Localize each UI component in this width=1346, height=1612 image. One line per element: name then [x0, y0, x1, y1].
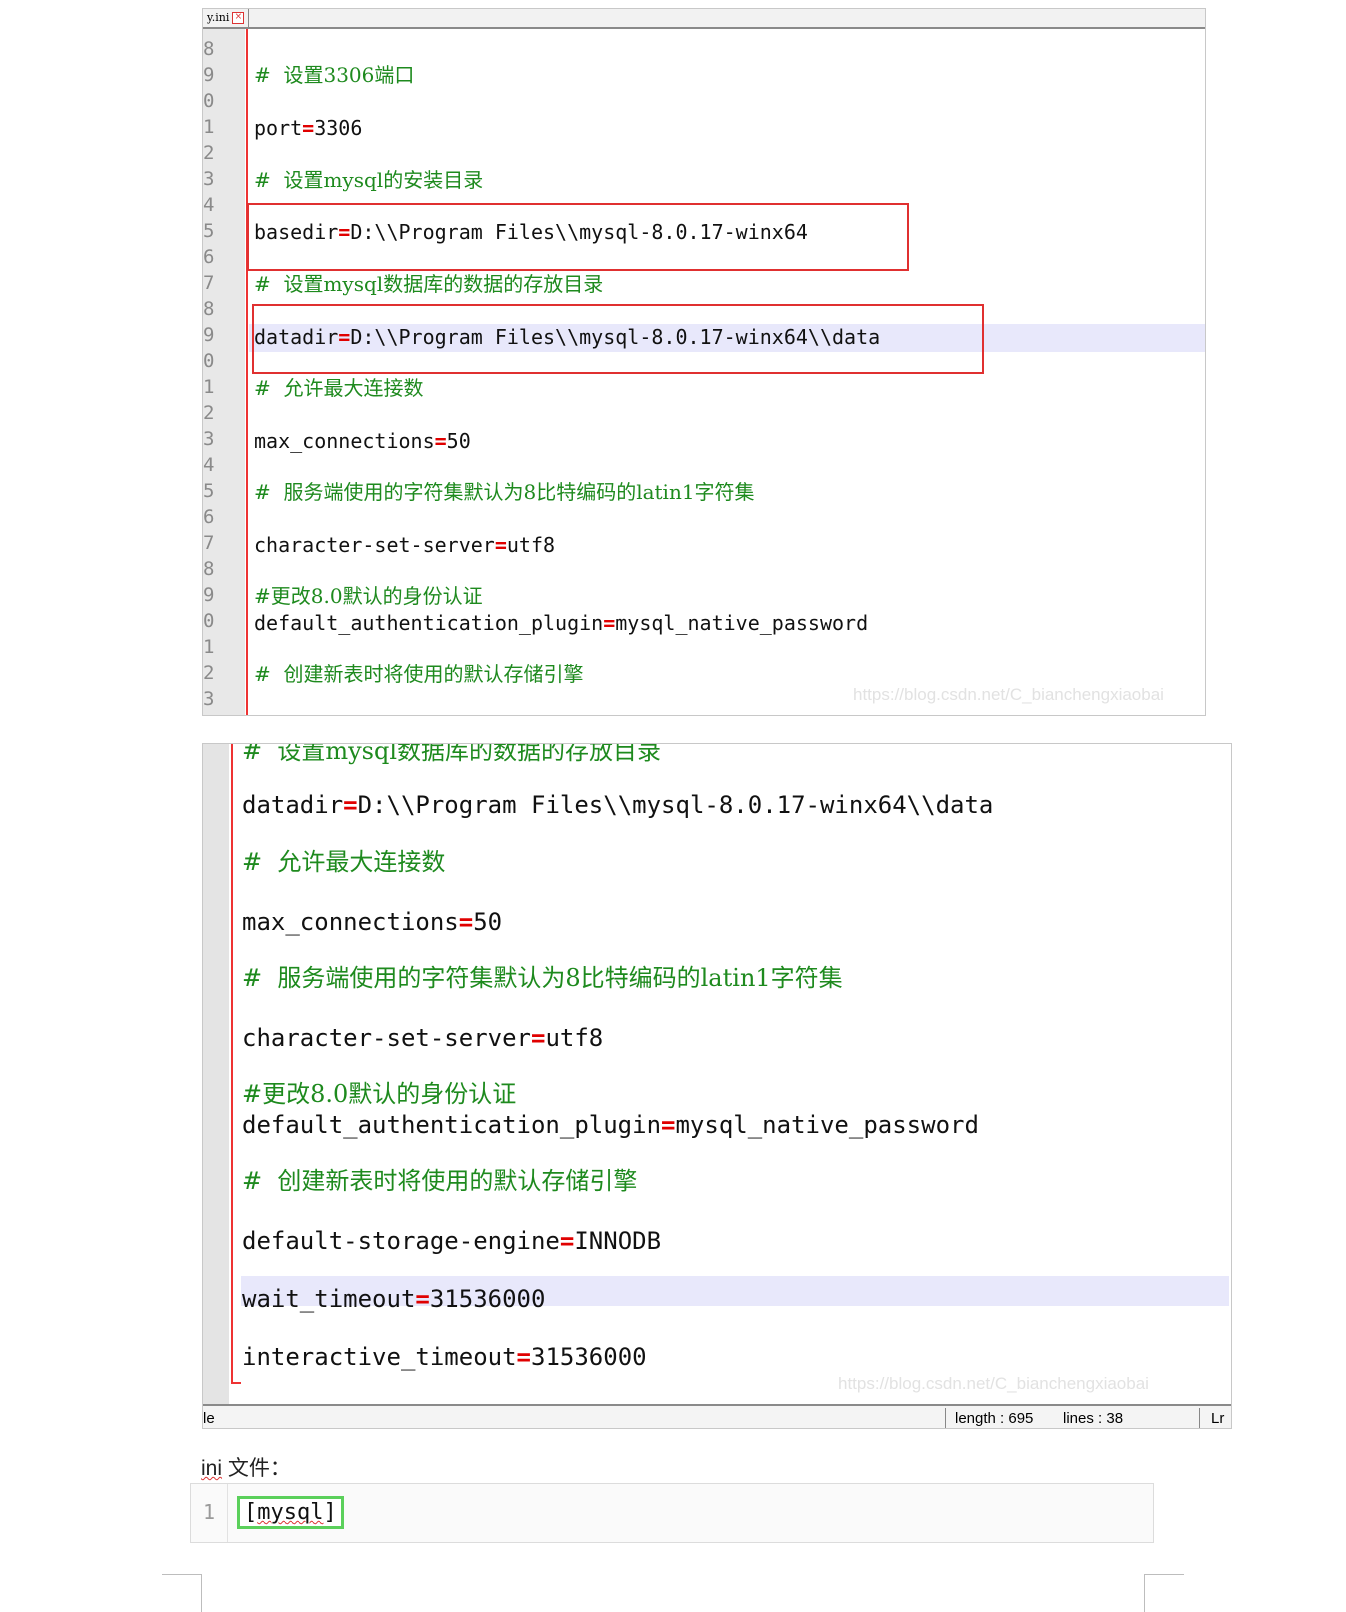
- line-number: 6: [203, 247, 215, 267]
- code-comment: # 创建新表时将使用的默认存储引擎: [242, 1167, 638, 1195]
- code-comment: #更改8.0默认的身份认证: [242, 1080, 517, 1108]
- line-number: 9: [203, 585, 215, 605]
- code-comment: # 允许最大连接数: [254, 376, 424, 400]
- status-left-text: le: [203, 1410, 215, 1427]
- code-comment: # 设置mysql数据库的数据的存放目录: [254, 272, 604, 296]
- line-number: 1: [203, 377, 215, 397]
- tab-bar: y.ini ×: [203, 9, 1205, 29]
- page-corner-mark: [1144, 1574, 1184, 1575]
- line-number: 4: [203, 455, 215, 475]
- line-number: 2: [203, 143, 215, 163]
- line-number: 1: [203, 637, 215, 657]
- code-comment: # 允许最大连接数: [242, 848, 446, 876]
- code-line-charset[interactable]: character-set-server=utf8: [254, 533, 555, 557]
- code-comment: # 设置mysql数据库的数据的存放目录: [242, 743, 662, 765]
- line-number: 0: [203, 611, 215, 631]
- line-number: 2: [203, 403, 215, 423]
- section-label: ini 文件：: [201, 1457, 291, 1480]
- line-number: 8: [203, 559, 215, 579]
- line-number: 5: [203, 481, 215, 501]
- page-corner-mark: [201, 1574, 202, 1612]
- code-line-datadir[interactable]: datadir=D:\\Program Files\\mysql-8.0.17-…: [242, 790, 993, 820]
- line-number: 3: [203, 689, 215, 709]
- code-line-max-connections[interactable]: max_connections=50: [254, 429, 471, 453]
- close-icon[interactable]: ×: [232, 12, 245, 24]
- status-lines: lines : 38: [1063, 1410, 1124, 1427]
- line-number: 7: [203, 533, 215, 553]
- editor-panel-bottom: # 设置mysql数据库的数据的存放目录 datadir=D:\\Program…: [202, 743, 1232, 1429]
- line-number: 8: [203, 299, 215, 319]
- code-block-line-number: 1: [203, 1500, 216, 1524]
- code-line-interactive-timeout[interactable]: interactive_timeout=31536000: [242, 1342, 647, 1372]
- line-number: 8: [203, 39, 215, 59]
- status-right-text: Lr: [1211, 1410, 1225, 1427]
- code-block-gutter: 1: [191, 1484, 228, 1542]
- line-number: 5: [203, 221, 215, 241]
- status-length: length : 695: [955, 1410, 1034, 1427]
- line-number: 0: [203, 91, 215, 111]
- file-tab[interactable]: y.ini ×: [203, 9, 250, 27]
- fold-end-marker: [231, 1382, 241, 1384]
- line-number: 4: [203, 195, 215, 215]
- line-number-gutter: 8 9 0 1 2 3 4 5 6 7 8 9 0 1 2 3 4 5 6 7 8 9 0 1 2 3: [203, 29, 245, 715]
- page-corner-mark: [1144, 1574, 1145, 1612]
- code-comment: # 服务端使用的字符集默认为8比特编码的latin1字符集: [242, 964, 843, 992]
- line-number: 7: [203, 273, 215, 293]
- code-comment: # 设置3306端口: [254, 63, 415, 87]
- watermark: https://blog.csdn.net/C_bianchengxiaobai: [853, 685, 1164, 704]
- line-number: 3: [203, 169, 215, 189]
- line-number: 3: [203, 429, 215, 449]
- code-line-auth-plugin[interactable]: default_authentication_plugin=mysql_nati…: [242, 1110, 979, 1140]
- code-comment: #更改8.0默认的身份认证: [254, 584, 483, 608]
- code-comment: # 服务端使用的字符集默认为8比特编码的latin1字符集: [254, 480, 755, 504]
- line-number: 6: [203, 507, 215, 527]
- code-comment: # 创建新表时将使用的默认存储引擎: [254, 662, 584, 686]
- line-number: 9: [203, 65, 215, 85]
- editor-panel-top: y.ini × 8 9 0 1 2 3 4 5 6 7 8 9 0 1 2 3 4 5 6 7 8 9 0 1 2 3 # 设置3…: [202, 8, 1206, 716]
- fold-margin-line: [246, 29, 248, 715]
- line-number: 1: [203, 117, 215, 137]
- code-line-storage-engine[interactable]: default-storage-engine=INNODB: [242, 1226, 661, 1256]
- highlight-box-datadir: [252, 304, 984, 374]
- watermark: https://blog.csdn.net/C_bianchengxiaobai: [838, 1374, 1149, 1393]
- status-bar: le length : 695 lines : 38 Lr: [203, 1404, 1231, 1428]
- fold-margin-line: [231, 744, 233, 1384]
- code-line-charset[interactable]: character-set-server=utf8: [242, 1023, 603, 1053]
- code-comment: # 设置mysql的安装目录: [254, 168, 484, 192]
- code-line-wait-timeout[interactable]: wait_timeout=31536000: [242, 1284, 545, 1314]
- code-line-auth-plugin[interactable]: default_authentication_plugin=mysql_nati…: [254, 611, 868, 635]
- highlight-box-basedir: [247, 203, 909, 271]
- status-divider: [945, 1408, 946, 1428]
- line-number-gutter: [203, 744, 229, 1406]
- line-number: 9: [203, 325, 215, 345]
- code-block[interactable]: 1 [mysql]: [190, 1483, 1154, 1543]
- code-block-line[interactable]: [mysql]: [237, 1496, 344, 1529]
- line-number: 0: [203, 351, 215, 371]
- page-corner-mark: [162, 1574, 202, 1575]
- code-line-port[interactable]: port=3306: [254, 116, 362, 140]
- status-divider: [1199, 1408, 1200, 1428]
- code-line-max-connections[interactable]: max_connections=50: [242, 907, 502, 937]
- file-tab-label: y.ini: [207, 11, 230, 24]
- line-number: 2: [203, 663, 215, 683]
